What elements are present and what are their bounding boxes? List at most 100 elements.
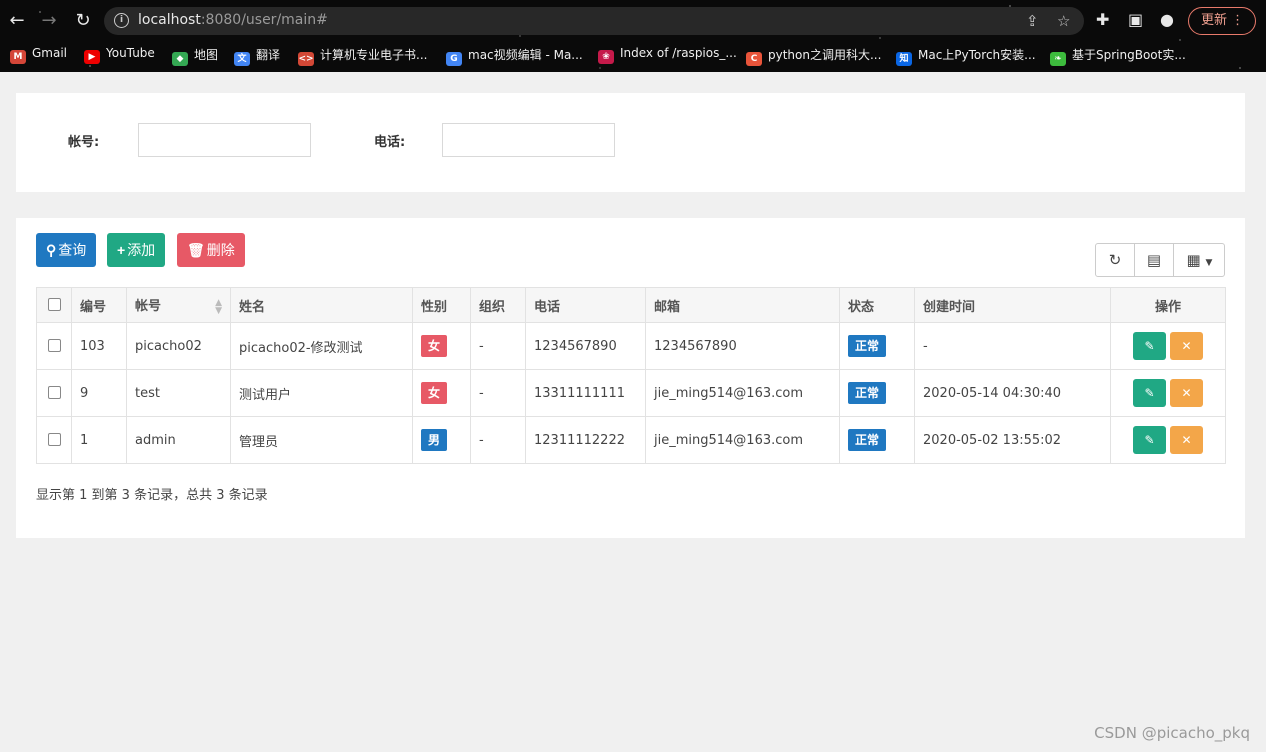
bookmark-label: Mac上PyTorch安装... xyxy=(918,48,1036,62)
bookmark-item[interactable]: ▶ YouTube xyxy=(84,46,155,64)
bookmark-item[interactable]: <> 计算机专业电子书... xyxy=(298,46,427,66)
col-gender[interactable]: 性别 xyxy=(412,287,471,323)
reload-icon[interactable]: ↻ xyxy=(72,10,94,32)
query-button[interactable]: ⚲ 查询 xyxy=(36,233,97,267)
delete-button[interactable]: 🗑 删除 xyxy=(177,233,245,267)
back-arrow-icon[interactable]: ← xyxy=(6,10,28,32)
bookmark-item[interactable]: 知 Mac上PyTorch安装... xyxy=(896,46,1036,66)
table-body: 103 picacho02 picacho02-修改测试女 -1234567890 12… xyxy=(36,322,1226,464)
row-checkbox[interactable] xyxy=(47,338,61,352)
update-button[interactable]: 更新 ⋮ xyxy=(1188,7,1256,35)
close-icon: ✕ xyxy=(1181,433,1192,447)
columns-dropdown[interactable]: ▦ ▼ xyxy=(1174,244,1225,276)
table-row[interactable]: 103 picacho02 picacho02-修改测试女 -1234567890 12… xyxy=(36,322,1226,370)
url-host: localhost xyxy=(138,12,201,28)
bookmark-label: 翻译 xyxy=(256,48,281,62)
cell-phone: 1234567890 xyxy=(525,322,646,370)
query-label: 查询 xyxy=(58,242,87,258)
edit-icon: ✎ xyxy=(1144,386,1155,400)
account-search-input[interactable] xyxy=(138,123,311,157)
col-email[interactable]: 邮箱 xyxy=(645,287,840,323)
cell-gender: 女 xyxy=(412,369,471,417)
bookmark-label: Gmail xyxy=(32,46,68,60)
table-row[interactable]: 9 test 测试用户女 -13311111111 jie_ming514@163.co… xyxy=(36,369,1226,417)
col-name[interactable]: 姓名 xyxy=(230,287,413,323)
bookmark-label: 地图 xyxy=(194,48,219,62)
row-checkbox[interactable] xyxy=(47,385,61,399)
status-badge: 正常 xyxy=(848,382,887,404)
bookmark-label: python之调用科大... xyxy=(768,48,882,62)
gender-badge: 男 xyxy=(421,429,448,451)
col-account[interactable]: 帐号 ▲ ▼ xyxy=(126,287,231,323)
bookmark-label: 计算机专业电子书... xyxy=(320,48,428,62)
col-status[interactable]: 状态 xyxy=(839,287,915,323)
row-select-cell xyxy=(36,322,72,370)
col-actions: 操作 xyxy=(1110,287,1226,323)
address-bar[interactable]: i localhost:8080/user/main# ⇪ ☆ xyxy=(104,7,1084,35)
col-id[interactable]: 编号 xyxy=(71,287,127,323)
trash-icon: 🗑 xyxy=(187,242,205,258)
phone-search-input[interactable] xyxy=(442,123,615,157)
bookmark-favicon-icon: ◆ xyxy=(172,52,188,66)
col-phone[interactable]: 电话 xyxy=(525,287,646,323)
bookmark-item[interactable]: ❀ Index of /raspios_... xyxy=(598,46,737,64)
cell-gender: 女 xyxy=(412,322,471,370)
site-info-icon[interactable]: i xyxy=(114,13,129,28)
account-label: 帐号: xyxy=(68,135,100,150)
edit-icon: ✎ xyxy=(1144,339,1155,353)
cell-org: - xyxy=(470,416,526,464)
cell-id: 9 xyxy=(71,369,127,417)
bookmark-item[interactable]: Cpython之调用科大... xyxy=(746,46,881,66)
bookmark-favicon-icon: <> xyxy=(298,52,314,66)
close-icon: ✕ xyxy=(1181,339,1192,353)
bookmark-item[interactable]: 文翻译 xyxy=(234,46,280,66)
row-checkbox[interactable] xyxy=(47,432,61,446)
more-vert-icon: ⋮ xyxy=(1231,13,1245,28)
profile-avatar-icon[interactable]: ● xyxy=(1160,10,1174,29)
edit-button[interactable]: ✎ xyxy=(1133,332,1166,360)
delete-label: 删除 xyxy=(206,242,235,258)
bookmark-item[interactable]: M Gmail xyxy=(10,46,67,64)
bookmark-item[interactable]: ◆ 地图 xyxy=(172,46,218,66)
toggle-view-icon[interactable]: ▤ xyxy=(1135,244,1173,276)
cell-gender: 男 xyxy=(412,416,471,464)
bookmarks-bar: M Gmail ▶ YouTube ◆ 地图 文翻译 <> 计算机专业电子书... Gmac视频编… xyxy=(0,42,1266,68)
table-panel: ⚲ 查询 + 添加 🗑 删除 ↻ ▤ ▦ ▼ 编号 帐号 ▲ ▼ 姓名 性别 组织 电话 … xyxy=(16,218,1245,538)
bookmark-item[interactable]: Gmac视频编辑 - Ma... xyxy=(446,46,583,66)
select-all-checkbox[interactable] xyxy=(47,297,61,311)
row-select-cell xyxy=(36,369,72,417)
search-icon: ⚲ xyxy=(46,242,57,258)
cell-org: - xyxy=(470,369,526,417)
col-org[interactable]: 组织 xyxy=(470,287,526,323)
forward-arrow-icon[interactable]: → xyxy=(38,10,60,32)
row-select-cell xyxy=(36,416,72,464)
update-label: 更新 xyxy=(1201,13,1228,28)
cell-status: 正常 xyxy=(839,369,915,417)
edit-button[interactable]: ✎ xyxy=(1133,379,1166,407)
cell-created: - xyxy=(914,322,1111,370)
remove-button[interactable]: ✕ xyxy=(1170,379,1203,407)
bookmark-star-icon[interactable]: ☆ xyxy=(1057,12,1070,30)
side-panel-icon[interactable]: ▣ xyxy=(1128,10,1143,29)
remove-button[interactable]: ✕ xyxy=(1170,332,1203,360)
share-icon[interactable]: ⇪ xyxy=(1026,12,1039,30)
col-created[interactable]: 创建时间 xyxy=(914,287,1111,323)
bookmark-label: mac视频编辑 - Ma... xyxy=(468,48,583,62)
refresh-icon[interactable]: ↻ xyxy=(1096,244,1134,276)
sort-icon[interactable]: ▲ ▼ xyxy=(215,299,222,316)
bookmark-item[interactable]: ❧ 基于SpringBoot实... xyxy=(1050,46,1186,66)
cell-phone: 13311111111 xyxy=(525,369,646,417)
cell-account: admin xyxy=(126,416,231,464)
url-text[interactable]: localhost:8080/user/main# xyxy=(138,12,328,28)
caret-down-icon: ▼ xyxy=(1205,258,1213,268)
csdn-watermark: CSDN @picacho_pkq xyxy=(1094,724,1250,742)
cell-org: - xyxy=(470,322,526,370)
add-button[interactable]: + 添加 xyxy=(107,233,166,267)
table-row[interactable]: 1 admin 管理员男 -12311112222 jie_ming514@163.co… xyxy=(36,416,1226,464)
edit-button[interactable]: ✎ xyxy=(1133,426,1166,454)
remove-button[interactable]: ✕ xyxy=(1170,426,1203,454)
bookmark-favicon-icon: M xyxy=(10,50,26,64)
cell-account: test xyxy=(126,369,231,417)
extensions-icon[interactable]: ✚ xyxy=(1096,10,1109,29)
cell-name: picacho02-修改测试 xyxy=(230,322,413,370)
